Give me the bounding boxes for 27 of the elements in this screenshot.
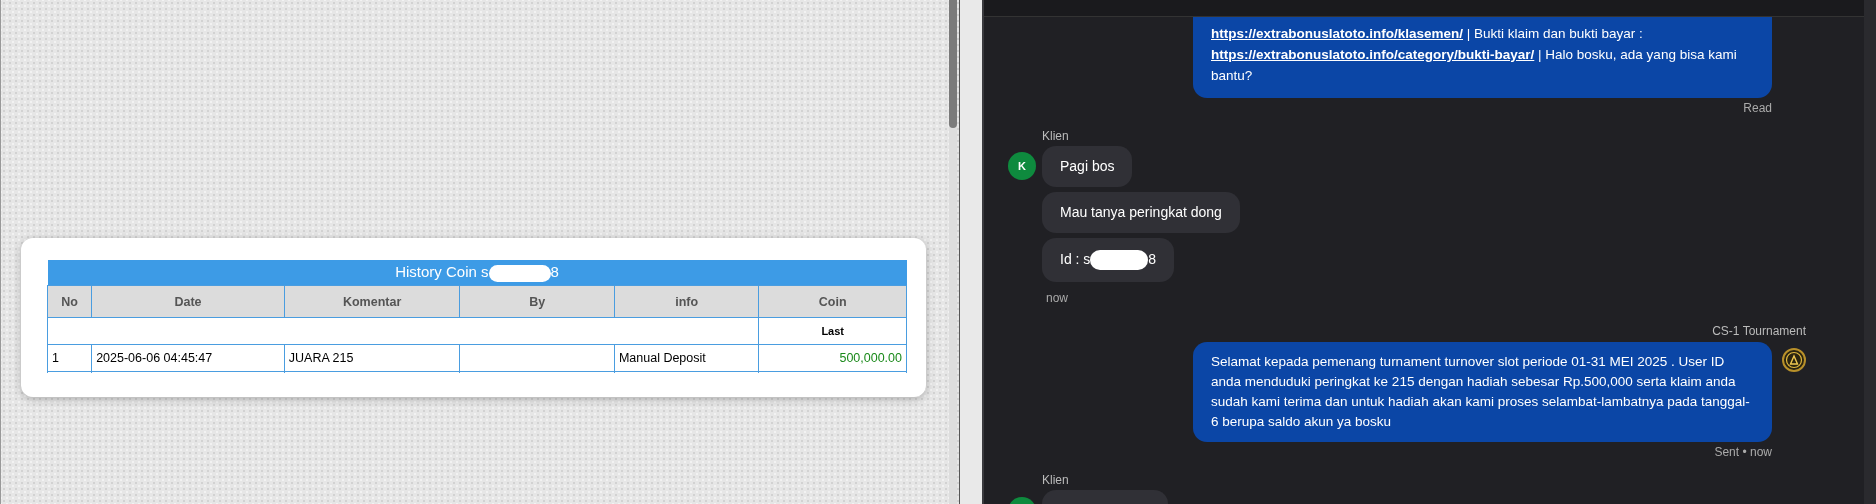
- column-header: info: [614, 285, 759, 318]
- message-bubble: Mau tanya peringkat dong: [1042, 192, 1240, 233]
- message-status: Read: [1743, 101, 1772, 115]
- column-header: Coin: [758, 285, 907, 318]
- table-title: History Coin s 8: [47, 260, 907, 286]
- link[interactable]: https://extrabonuslatoto.info/category/bukti-bayar/: [1211, 47, 1535, 62]
- message-bubble: Selamat kepada pemenang turnament turnover slot periode 01-31 MEI 2025 . User ID anda menduduki peringkat ke 215 dengan hadiah sebesar Rp.500,000 serta klaim anda sudah kami terima dan untuk hadiah akan kami proses selambat-lambatnya pada tanggal- 6 berupa saldo akun ya bosku: [1193, 342, 1772, 442]
- link[interactable]: https://extrabonuslatoto.info/klasemen/: [1211, 26, 1464, 41]
- message-bubble: Id : s 8: [1042, 238, 1175, 282]
- table-cell: 1: [47, 344, 92, 372]
- message-time: now: [1046, 291, 1069, 305]
- column-header: Date: [91, 285, 285, 318]
- table-cell: Last: [758, 317, 907, 345]
- table-cell: 500,000.00: [758, 344, 907, 372]
- table-cell: JUARA 215: [284, 344, 460, 372]
- column-header: No: [47, 285, 92, 318]
- table-cell: 2025-06-06 04:45:47: [91, 344, 285, 372]
- message-status: Sent • now: [1714, 445, 1772, 459]
- column-header: Komentar: [284, 285, 460, 318]
- message-bubble: https://extrabonuslatoto.info/klasemen/ | Bukti klaim dan bukti bayar : https://extrabonuslatoto.info/category/bukti-bayar/ | Halo bosku, ada yang bisa kami bantu?: [1193, 17, 1772, 98]
- message-bubble: Pagi bos: [1042, 146, 1133, 187]
- sender-name: CS-1 Tournament: [1712, 324, 1806, 338]
- sender-name: Klien: [1042, 473, 1070, 487]
- column-header: By: [459, 285, 615, 318]
- sender-name: Klien: [1042, 129, 1070, 143]
- avatar: K: [1008, 152, 1036, 180]
- table-cell: Manual Deposit: [614, 344, 759, 372]
